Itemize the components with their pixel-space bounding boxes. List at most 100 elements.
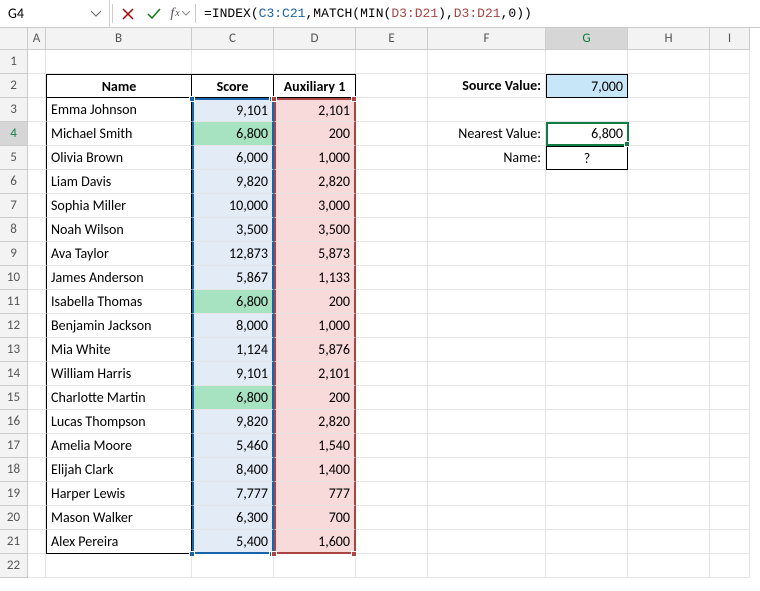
cell[interactable]: Elijah Clark bbox=[46, 458, 192, 482]
cell[interactable] bbox=[428, 242, 546, 266]
cell[interactable] bbox=[28, 482, 46, 506]
cell[interactable]: 9,101 bbox=[192, 98, 274, 122]
cell[interactable] bbox=[628, 242, 710, 266]
cell[interactable] bbox=[710, 434, 750, 458]
cell[interactable] bbox=[710, 458, 750, 482]
cell[interactable]: 7,000 bbox=[546, 74, 628, 98]
cell[interactable] bbox=[28, 338, 46, 362]
range-handle-icon[interactable] bbox=[351, 96, 357, 102]
cell[interactable] bbox=[428, 50, 546, 74]
cell[interactable] bbox=[428, 410, 546, 434]
cell[interactable] bbox=[628, 482, 710, 506]
cell[interactable] bbox=[356, 314, 428, 338]
cell[interactable]: 6,800 bbox=[192, 386, 274, 410]
cell[interactable]: 1,000 bbox=[274, 314, 356, 338]
cell[interactable] bbox=[546, 506, 628, 530]
cell[interactable]: 1,600 bbox=[274, 530, 356, 554]
cell[interactable] bbox=[356, 386, 428, 410]
cell[interactable]: 2,101 bbox=[274, 98, 356, 122]
cell[interactable] bbox=[546, 530, 628, 554]
cell[interactable] bbox=[46, 50, 192, 74]
cell[interactable]: Noah Wilson bbox=[46, 218, 192, 242]
cell[interactable] bbox=[546, 266, 628, 290]
cell[interactable] bbox=[28, 170, 46, 194]
cell[interactable]: ? bbox=[546, 146, 628, 170]
cell[interactable] bbox=[628, 362, 710, 386]
cell[interactable] bbox=[628, 290, 710, 314]
cell[interactable] bbox=[28, 434, 46, 458]
cell[interactable] bbox=[28, 146, 46, 170]
cell[interactable]: Lucas Thompson bbox=[46, 410, 192, 434]
cell[interactable]: 5,400 bbox=[192, 530, 274, 554]
cell[interactable] bbox=[628, 170, 710, 194]
select-all-triangle[interactable] bbox=[0, 28, 28, 50]
cell[interactable] bbox=[356, 290, 428, 314]
cell[interactable] bbox=[546, 386, 628, 410]
cell[interactable]: 5,867 bbox=[192, 266, 274, 290]
cell[interactable] bbox=[628, 50, 710, 74]
cell[interactable] bbox=[356, 362, 428, 386]
col-header-D[interactable]: D bbox=[274, 28, 356, 50]
cell[interactable] bbox=[428, 314, 546, 338]
cell[interactable] bbox=[28, 362, 46, 386]
cell[interactable] bbox=[628, 194, 710, 218]
fx-button[interactable]: fx bbox=[167, 0, 193, 27]
cell[interactable] bbox=[428, 386, 546, 410]
cell[interactable]: Harper Lewis bbox=[46, 482, 192, 506]
cell[interactable] bbox=[628, 266, 710, 290]
cell[interactable] bbox=[710, 290, 750, 314]
cell[interactable]: 7,777 bbox=[192, 482, 274, 506]
cell[interactable] bbox=[710, 122, 750, 146]
row-header[interactable]: 22 bbox=[0, 554, 28, 578]
cell[interactable] bbox=[428, 554, 546, 578]
cell[interactable]: 8,000 bbox=[192, 314, 274, 338]
cell[interactable] bbox=[428, 290, 546, 314]
cell[interactable] bbox=[628, 122, 710, 146]
cell[interactable] bbox=[710, 170, 750, 194]
cell[interactable] bbox=[710, 242, 750, 266]
cell[interactable] bbox=[710, 410, 750, 434]
cell[interactable] bbox=[28, 410, 46, 434]
cell[interactable] bbox=[628, 146, 710, 170]
cell[interactable] bbox=[710, 338, 750, 362]
cell[interactable] bbox=[710, 194, 750, 218]
row-header[interactable]: 7 bbox=[0, 194, 28, 218]
cell[interactable]: 200 bbox=[274, 122, 356, 146]
range-handle-icon[interactable] bbox=[189, 551, 195, 557]
cell[interactable] bbox=[546, 290, 628, 314]
cell[interactable]: Amelia Moore bbox=[46, 434, 192, 458]
cell[interactable]: Mason Walker bbox=[46, 506, 192, 530]
cell[interactable] bbox=[356, 218, 428, 242]
cell[interactable] bbox=[628, 434, 710, 458]
cell[interactable] bbox=[28, 506, 46, 530]
cell[interactable] bbox=[28, 290, 46, 314]
cell[interactable]: Ava Taylor bbox=[46, 242, 192, 266]
row-header[interactable]: 2 bbox=[0, 74, 28, 98]
cell[interactable] bbox=[628, 458, 710, 482]
cell[interactable] bbox=[628, 314, 710, 338]
cell[interactable] bbox=[710, 146, 750, 170]
formula-input[interactable]: =INDEX(C3:C21,MATCH(MIN(D3:D21),D3:D21,0… bbox=[198, 0, 760, 27]
chevron-down-icon[interactable] bbox=[89, 9, 103, 19]
row-header[interactable]: 11 bbox=[0, 290, 28, 314]
cell[interactable] bbox=[28, 242, 46, 266]
cell[interactable]: Olivia Brown bbox=[46, 146, 192, 170]
cell[interactable]: 3,500 bbox=[192, 218, 274, 242]
cell[interactable]: Charlotte Martin bbox=[46, 386, 192, 410]
cell[interactable] bbox=[628, 98, 710, 122]
cell[interactable]: Score bbox=[192, 74, 274, 98]
cell[interactable] bbox=[546, 170, 628, 194]
cell[interactable] bbox=[710, 554, 750, 578]
cell[interactable] bbox=[28, 530, 46, 554]
cell[interactable]: 2,101 bbox=[274, 362, 356, 386]
cell[interactable]: 5,876 bbox=[274, 338, 356, 362]
col-header-A[interactable]: A bbox=[28, 28, 46, 50]
cell[interactable] bbox=[428, 170, 546, 194]
cell[interactable] bbox=[356, 482, 428, 506]
cell[interactable] bbox=[192, 554, 274, 578]
cell[interactable] bbox=[710, 506, 750, 530]
col-header-F[interactable]: F bbox=[428, 28, 546, 50]
cell[interactable] bbox=[628, 74, 710, 98]
cell[interactable] bbox=[710, 482, 750, 506]
cell[interactable] bbox=[28, 122, 46, 146]
